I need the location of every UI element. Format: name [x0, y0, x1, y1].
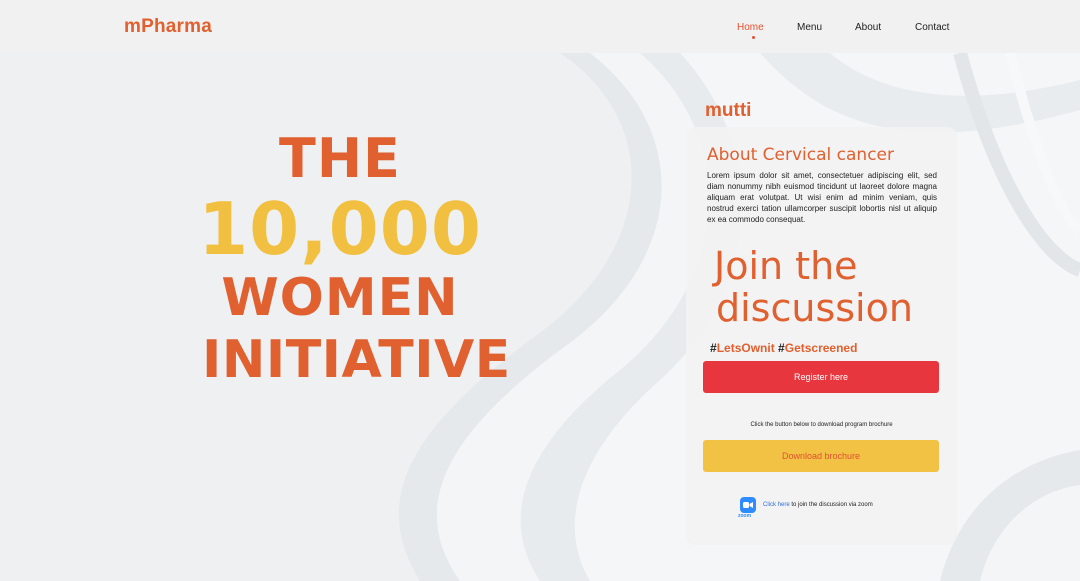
info-card: About Cervical cancer Lorem ipsum dolor …	[686, 127, 957, 545]
hashtags: #LetsOwnit #Getscreened	[710, 341, 857, 355]
zoom-icon[interactable]	[740, 497, 756, 513]
hash-symbol-2: #	[778, 341, 785, 355]
download-hint: Click the button below to download progr…	[750, 422, 893, 428]
join-line-1: Join the	[714, 244, 858, 288]
zoom-icon-label: zoom	[738, 513, 752, 519]
nav-link-contact[interactable]: Contact	[915, 22, 949, 33]
zoom-join-text: Click here to join the discussion via zo…	[763, 502, 873, 508]
join-line-2: discussion	[716, 286, 913, 330]
hash-symbol-1: #	[710, 341, 717, 355]
card-heading: About Cervical cancer	[707, 145, 894, 165]
hero-line-number: 10,000	[198, 187, 482, 271]
nav-active-indicator	[752, 36, 755, 39]
card-body-text: Lorem ipsum dolor sit amet, consectetuer…	[707, 171, 937, 224]
nav-link-home[interactable]: Home	[737, 22, 764, 33]
top-navbar: mPharma Home Menu About Contact	[0, 0, 1080, 53]
hero-title: THE 10,000 WOMEN INITIATIVE	[190, 127, 511, 392]
zoom-join-caption: to join the discussion via zoom	[789, 502, 873, 508]
brand-logo[interactable]: mPharma	[124, 16, 212, 38]
hero-line-the: THE	[279, 127, 401, 190]
nav-link-about[interactable]: About	[855, 22, 881, 33]
hashtag-letsownit: LetsOwnit	[716, 341, 775, 355]
register-button[interactable]: Register here	[703, 361, 939, 393]
join-discussion-heading: Join the discussion	[714, 245, 913, 329]
hero-line-women: WOMEN	[221, 268, 459, 328]
download-brochure-button[interactable]: Download brochure	[703, 440, 939, 472]
hero-line-initiative: INITIATIVE	[202, 330, 511, 390]
mutti-logo: mutti	[705, 100, 752, 121]
nav-link-menu[interactable]: Menu	[797, 22, 822, 33]
hashtag-getscreened: Getscreened	[784, 341, 858, 355]
zoom-link[interactable]: Click here	[763, 502, 790, 508]
